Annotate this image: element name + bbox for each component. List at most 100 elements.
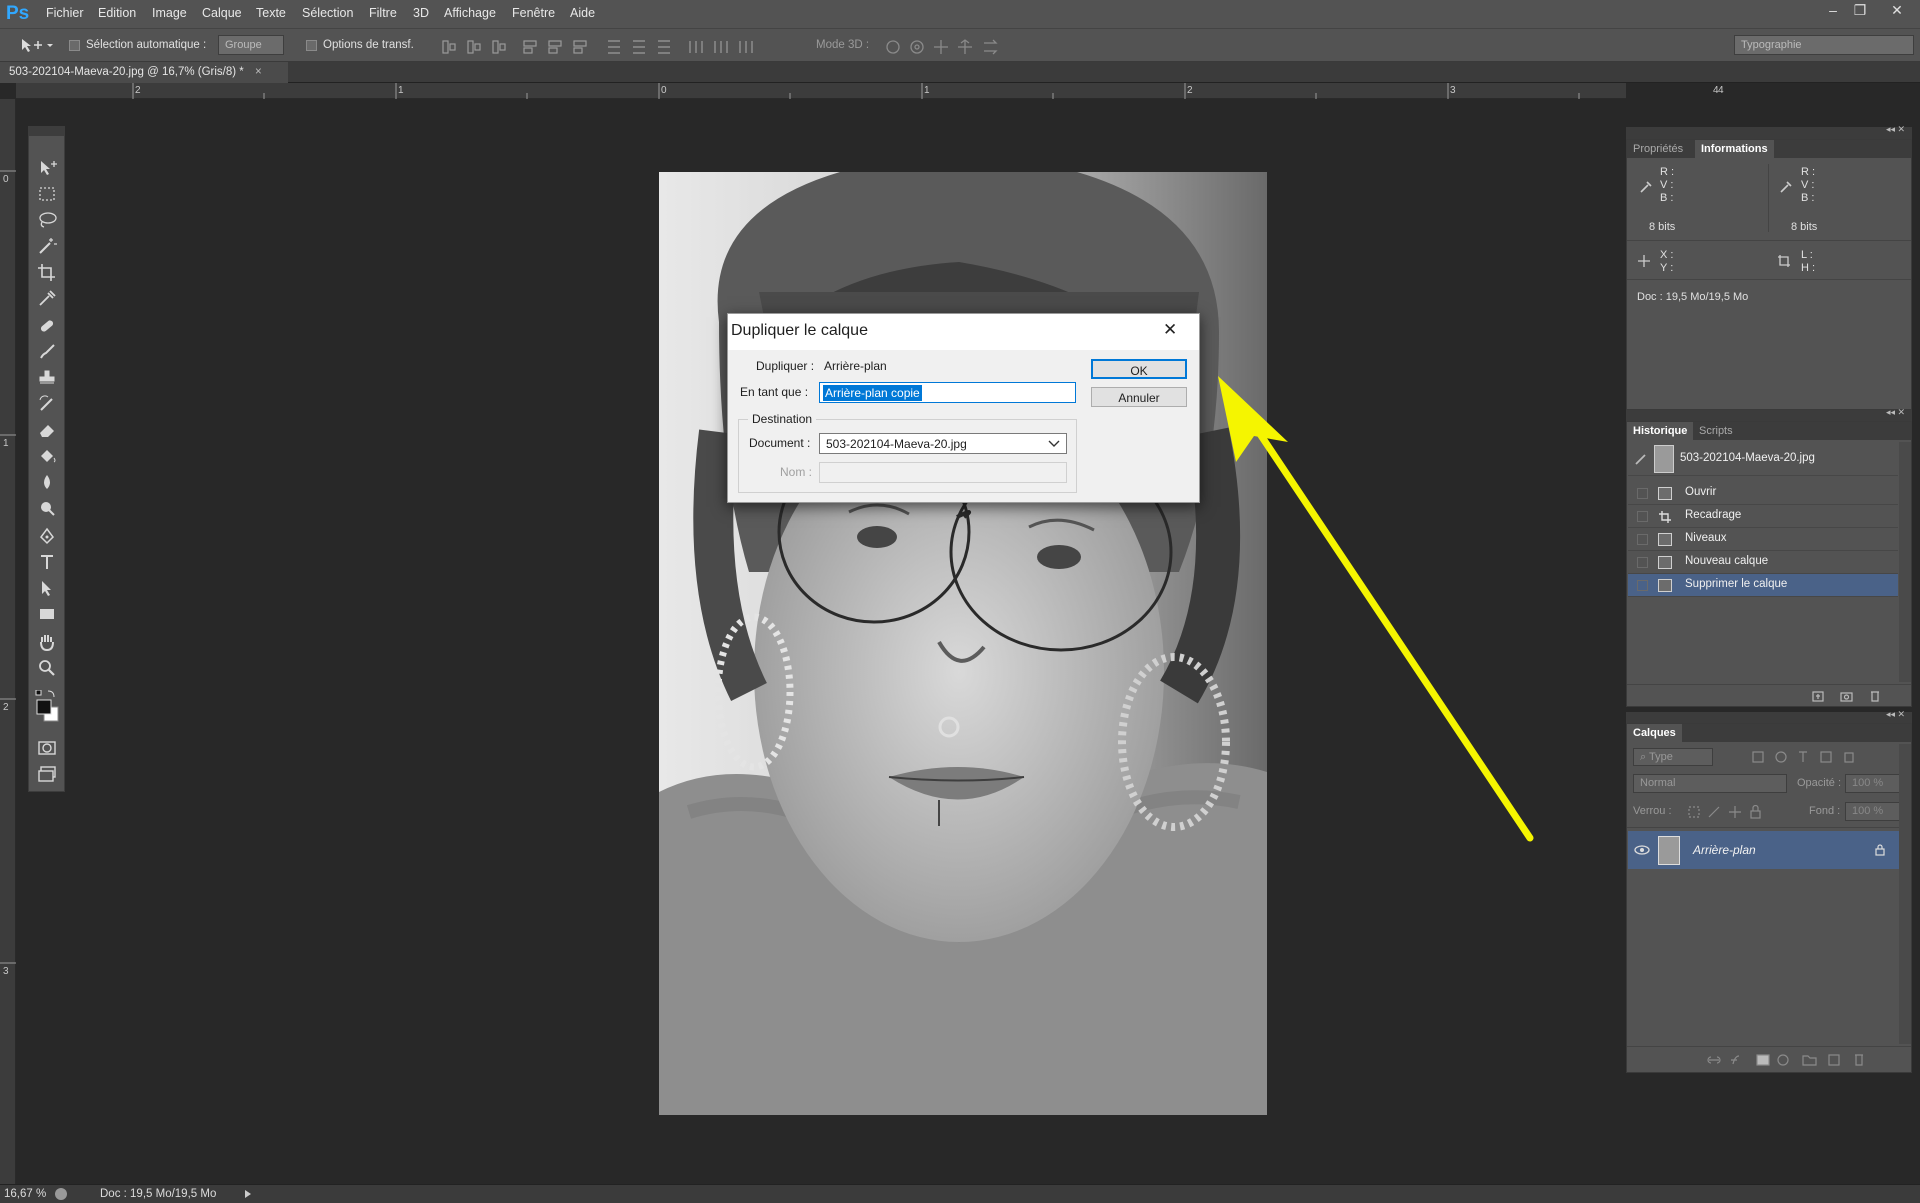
status-menu-arrow-icon[interactable] [244, 1189, 252, 1199]
dialog-close-icon[interactable]: ✕ [1163, 320, 1177, 340]
menu-edition[interactable]: Edition [98, 6, 136, 20]
magic-wand-tool-icon[interactable] [36, 236, 58, 256]
menu-fenetre[interactable]: Fenêtre [512, 6, 555, 20]
layer-row[interactable]: Arrière-plan [1628, 831, 1899, 869]
menu-fichier[interactable]: Fichier [46, 6, 84, 20]
info-doc-size: Doc : 19,5 Mo/19,5 Mo [1637, 291, 1749, 303]
document-dropdown[interactable]: 503-202104-Maeva-20.jpg [819, 433, 1067, 454]
tab-historique[interactable]: Historique [1627, 422, 1694, 440]
tab-informations[interactable]: Informations [1695, 140, 1774, 158]
layer-filter-dropdown[interactable]: ⌕ Type [1633, 748, 1713, 766]
path-selection-tool-icon[interactable] [36, 578, 58, 598]
menu-filtre[interactable]: Filtre [369, 6, 397, 20]
cancel-button[interactable]: Annuler [1091, 387, 1187, 407]
healing-brush-tool-icon[interactable] [36, 316, 58, 336]
menu-3d[interactable]: 3D [413, 6, 429, 20]
tab-calques[interactable]: Calques [1627, 724, 1682, 742]
layers-scrollbar[interactable] [1899, 744, 1911, 1044]
paint-bucket-tool-icon[interactable] [36, 446, 58, 466]
auto-select-checkbox[interactable] [69, 40, 80, 51]
blend-mode-dropdown[interactable]: Normal [1633, 774, 1787, 793]
tools-panel-header[interactable] [28, 126, 65, 136]
history-source-box[interactable] [1637, 511, 1648, 522]
fill-field[interactable]: 100 % [1845, 802, 1901, 821]
history-scrollbar[interactable] [1899, 442, 1911, 682]
move-tool-preset-icon[interactable] [20, 37, 54, 53]
history-item[interactable]: Niveaux [1628, 528, 1898, 551]
close-tab-icon[interactable]: × [255, 66, 262, 78]
snapshot-thumbnail [1654, 445, 1674, 473]
history-source-box[interactable] [1637, 534, 1648, 545]
document-icon [1658, 487, 1672, 500]
info-panel-header[interactable]: ◂◂ ✕ [1626, 124, 1912, 139]
history-source-box[interactable] [1637, 580, 1648, 591]
crop-tool-icon[interactable] [36, 262, 58, 282]
info-b-right: B : [1801, 192, 1815, 204]
workspace-dropdown[interactable]: Typographie [1734, 35, 1914, 55]
rectangle-tool-icon[interactable] [36, 604, 58, 624]
transform-controls-checkbox[interactable] [306, 40, 317, 51]
menu-selection[interactable]: Sélection [302, 6, 353, 20]
type-tool-icon[interactable] [36, 552, 58, 572]
restore-button[interactable]: ❐ [1849, 2, 1871, 22]
move-tool-icon[interactable] [36, 158, 58, 178]
clone-stamp-tool-icon[interactable] [36, 368, 58, 388]
pen-tool-icon[interactable] [36, 526, 58, 546]
info-x: X : [1660, 249, 1674, 261]
auto-select-dropdown[interactable]: Groupe [218, 35, 284, 55]
history-item[interactable]: Nouveau calque [1628, 551, 1898, 574]
layer-actions-icons[interactable] [1707, 1052, 1903, 1068]
history-source-box[interactable] [1637, 488, 1648, 499]
document-tab[interactable]: 503-202104-Maeva-20.jpg @ 16,7% (Gris/8)… [0, 62, 288, 83]
marquee-tool-icon[interactable] [36, 184, 58, 204]
zoom-level[interactable]: 16,67 % [4, 1188, 46, 1200]
visibility-eye-icon[interactable] [1634, 844, 1650, 856]
history-brush-tool-icon[interactable] [36, 394, 58, 414]
bits-left: 8 bits [1649, 221, 1676, 233]
snapshot-label: 503-202104-Maeva-20.jpg [1680, 452, 1815, 464]
tab-scripts[interactable]: Scripts [1693, 422, 1739, 440]
collapse-icon[interactable]: ◂◂ ✕ [1886, 124, 1905, 135]
history-item[interactable]: Ouvrir [1628, 482, 1898, 505]
layers-panel-header[interactable]: ◂◂ ✕ [1626, 709, 1912, 723]
tab-proprietes[interactable]: Propriétés [1627, 140, 1689, 158]
history-actions-icons[interactable] [1811, 689, 1901, 703]
opacity-field[interactable]: 100 % [1845, 774, 1901, 793]
brush-tool-icon[interactable] [36, 342, 58, 362]
menu-image[interactable]: Image [152, 6, 187, 20]
screen-mode-icon[interactable] [36, 764, 58, 784]
eraser-tool-icon[interactable] [36, 420, 58, 440]
menu-calque[interactable]: Calque [202, 6, 242, 20]
status-info-icon[interactable] [55, 1188, 67, 1200]
lasso-tool-icon[interactable] [36, 210, 58, 230]
vertical-ruler: 0 1 2 3 [0, 99, 16, 1184]
zoom-tool-icon[interactable] [36, 658, 58, 678]
history-brush-icon[interactable] [1634, 452, 1648, 466]
history-panel-header[interactable]: ◂◂ ✕ [1626, 407, 1912, 421]
history-item-selected[interactable]: Supprimer le calque [1628, 574, 1898, 597]
info-v-right: V : [1801, 179, 1815, 191]
close-window-button[interactable]: ✕ [1886, 2, 1908, 22]
blur-tool-icon[interactable] [36, 472, 58, 492]
eyedropper-icon [1640, 181, 1652, 193]
lock-icons[interactable] [1687, 805, 1767, 819]
menu-texte[interactable]: Texte [256, 6, 286, 20]
color-swatches-icon[interactable] [34, 690, 60, 730]
ok-button[interactable]: OK [1091, 359, 1187, 379]
3d-mode-tools[interactable] [884, 38, 1004, 56]
dodge-tool-icon[interactable] [36, 498, 58, 518]
layer-filter-icons[interactable] [1751, 750, 1901, 764]
collapse-icon[interactable]: ◂◂ ✕ [1886, 709, 1905, 720]
history-snapshot[interactable]: 503-202104-Maeva-20.jpg [1628, 442, 1898, 476]
collapse-icon[interactable]: ◂◂ ✕ [1886, 407, 1905, 418]
ruler-h-label: 2 [1187, 85, 1193, 96]
quick-mask-icon[interactable] [36, 738, 58, 758]
eyedropper-tool-icon[interactable] [36, 288, 58, 308]
menu-affichage[interactable]: Affichage [444, 6, 496, 20]
minimize-button[interactable]: – [1822, 2, 1844, 22]
history-item[interactable]: Recadrage [1628, 505, 1898, 528]
layer-name-input[interactable]: Arrière-plan copie [819, 382, 1076, 403]
hand-tool-icon[interactable] [36, 632, 58, 652]
history-source-box[interactable] [1637, 557, 1648, 568]
menu-aide[interactable]: Aide [570, 6, 595, 20]
